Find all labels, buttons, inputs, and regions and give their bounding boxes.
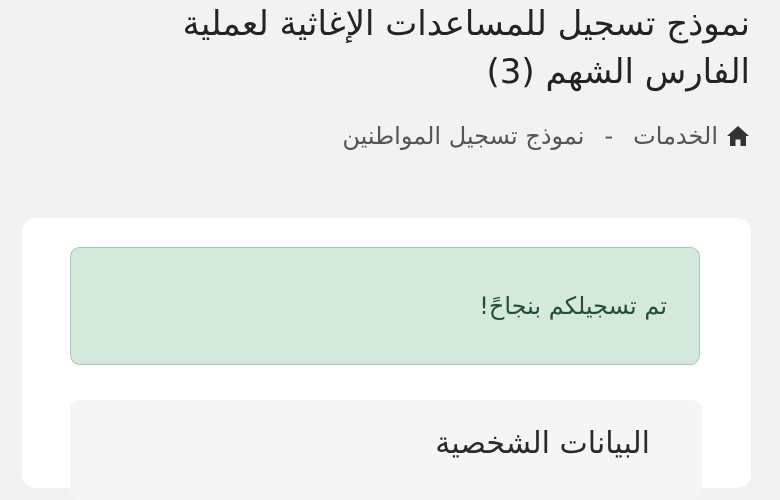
breadcrumb: الخدمات - نموذج تسجيل المواطنين xyxy=(342,122,750,150)
form-card: تم تسجيلكم بنجاحً! البيانات الشخصية xyxy=(22,218,751,500)
page-title: نموذج تسجيل للمساعدات الإغاثية لعملية ال… xyxy=(30,0,750,96)
page-title-line2: الفارس الشهم (3) xyxy=(486,52,750,92)
home-icon[interactable] xyxy=(726,124,750,148)
success-alert: تم تسجيلكم بنجاحً! xyxy=(70,247,700,365)
breadcrumb-item-current: نموذج تسجيل المواطنين xyxy=(342,122,585,150)
success-alert-message: تم تسجيلكم بنجاحً! xyxy=(479,292,667,320)
breadcrumb-separator: - xyxy=(604,122,614,150)
personal-info-section: البيانات الشخصية xyxy=(70,400,702,500)
section-title: البيانات الشخصية xyxy=(435,426,650,461)
breadcrumb-item-services[interactable]: الخدمات xyxy=(633,122,718,150)
page-title-line1: نموذج تسجيل للمساعدات الإغاثية لعملية xyxy=(182,4,750,44)
